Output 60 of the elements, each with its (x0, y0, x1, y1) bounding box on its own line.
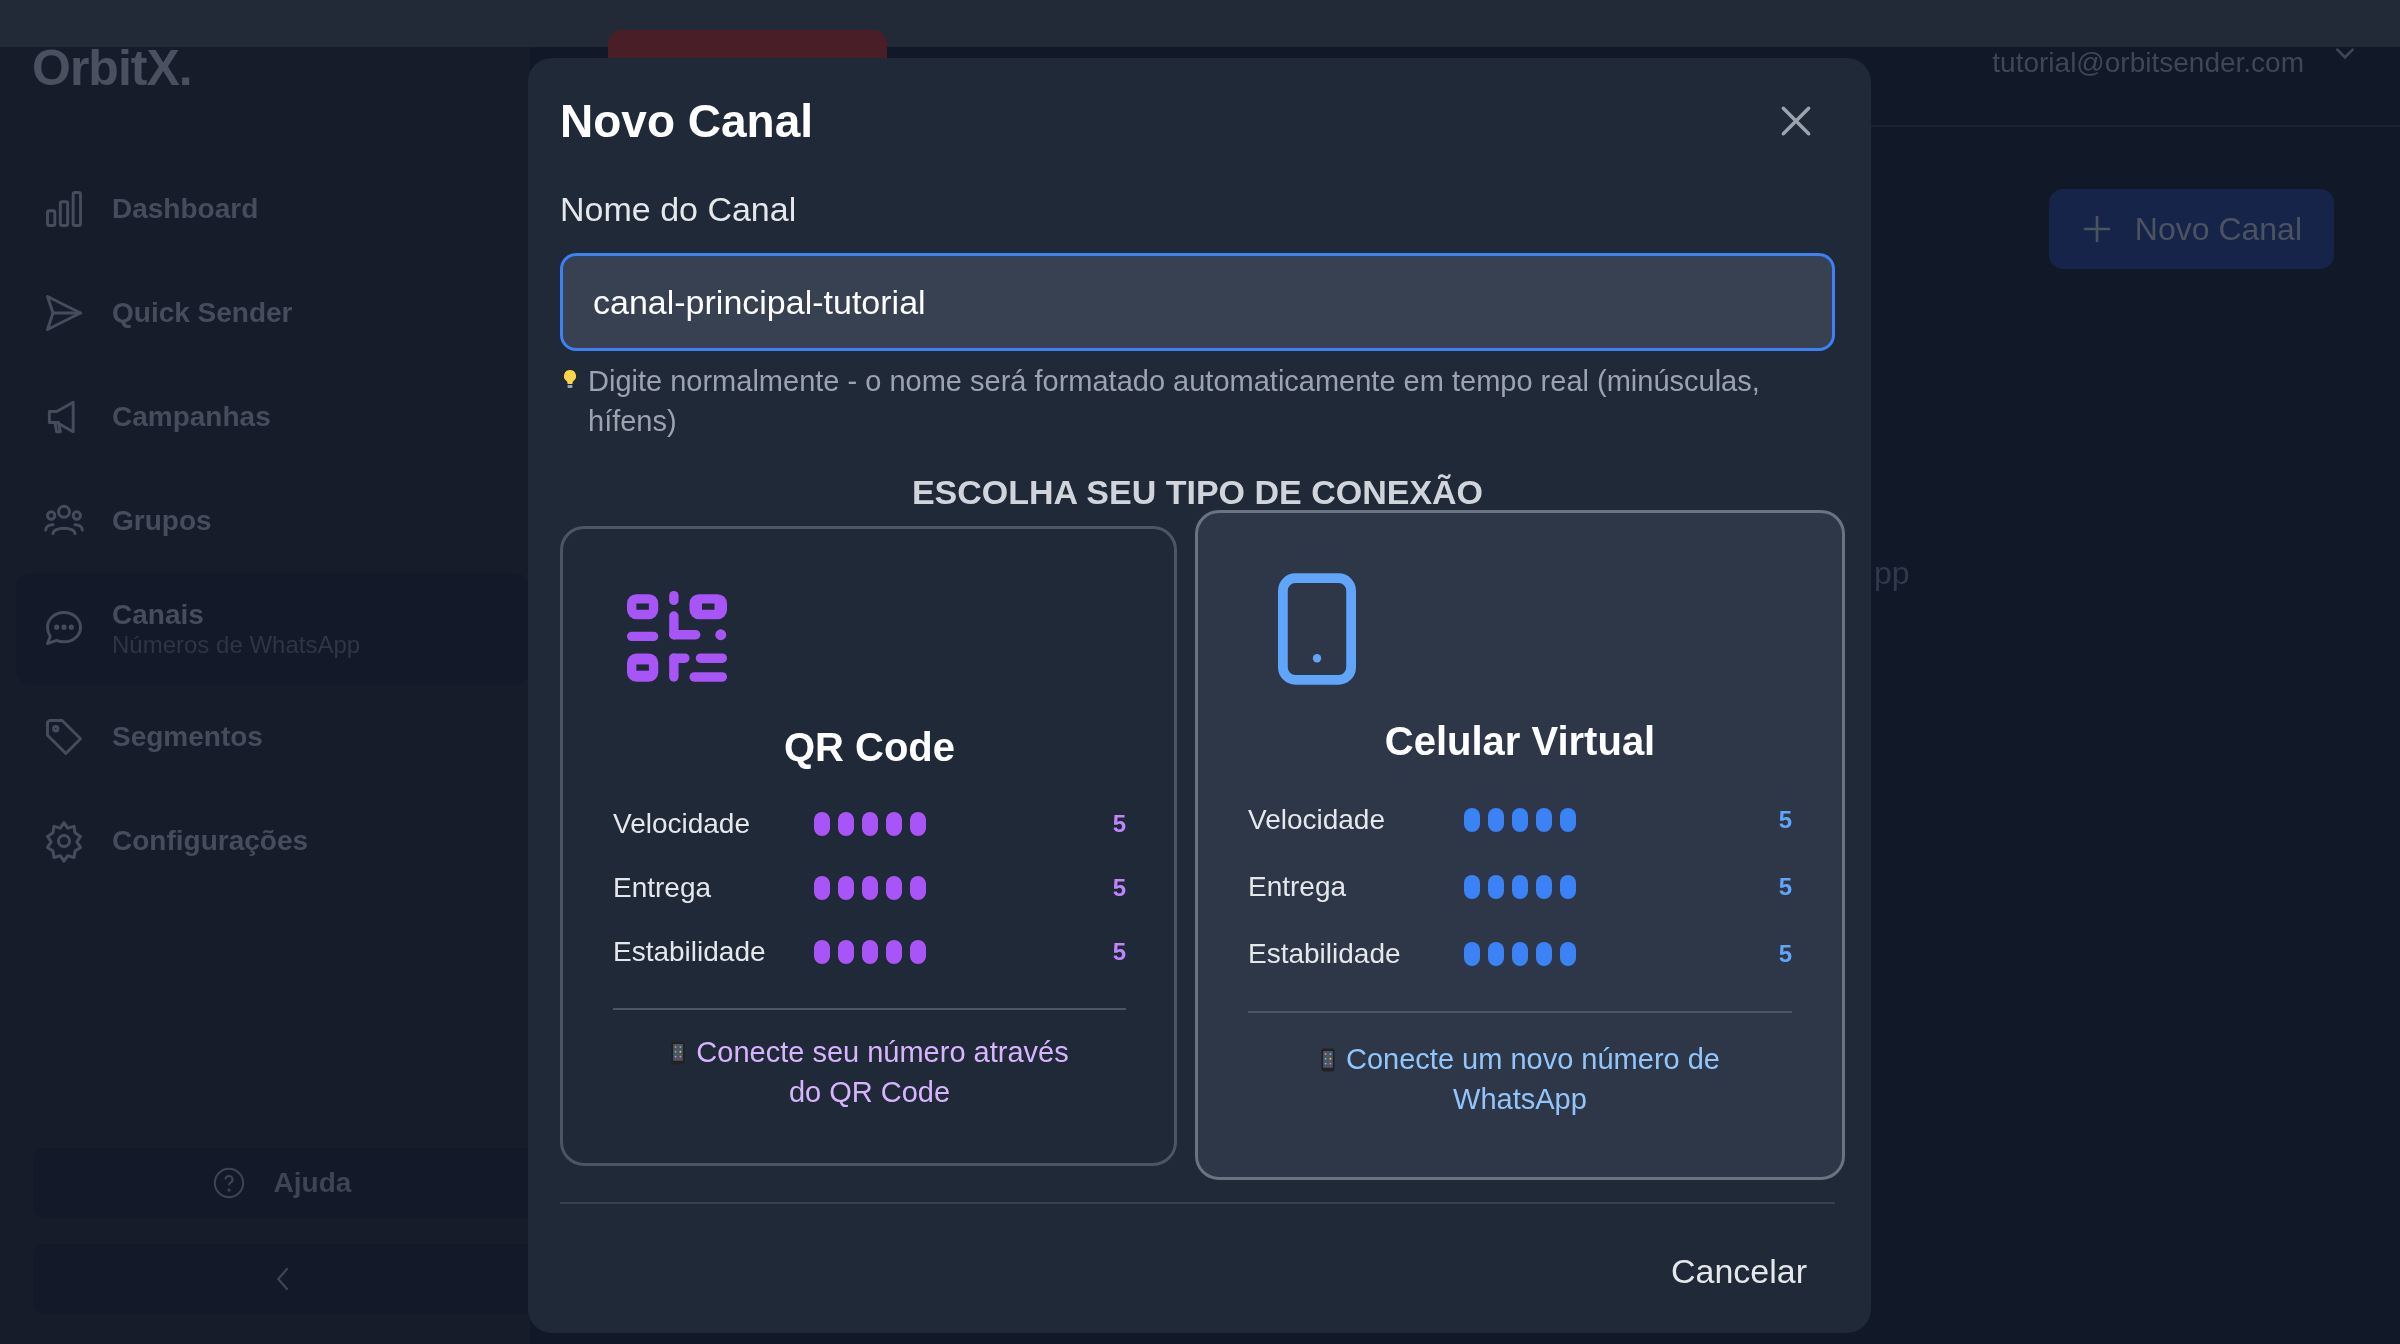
option-description: Conecte seu número através do QR Code (696, 1036, 1069, 1108)
rating-pill (1464, 807, 1480, 832)
modal-title: Novo Canal (560, 94, 814, 148)
rating-pill (813, 812, 830, 836)
hint-text: Digite normalmente - o nome será formatado automaticamente em tempo real (minúsculas, hífens) (588, 364, 1761, 439)
rating-pill (1488, 874, 1504, 899)
section-title: ESCOLHA SEU TIPO DE CONEXÃO (910, 473, 1485, 512)
rating-pill (837, 940, 854, 964)
channel-name-field[interactable]: canal-principal-tutorial (560, 253, 1835, 351)
mobile-phone-icon (1320, 1048, 1336, 1072)
rating-pill (1560, 941, 1576, 966)
rating-pill (909, 812, 926, 836)
metric-label: Estabilidade (1248, 937, 1402, 970)
rating-pill (861, 940, 878, 964)
metric-value: 5 (1778, 805, 1792, 834)
rating-pill (885, 940, 902, 964)
field-label: Nome do Canal (560, 190, 798, 229)
rating-pill (1536, 941, 1552, 966)
metric-value: 5 (1778, 939, 1792, 968)
option-description: Conecte um novo número de WhatsApp (1346, 1043, 1720, 1115)
rating-pill (861, 876, 878, 900)
rating-pill (1488, 807, 1504, 832)
metric-label: Velocidade (613, 808, 751, 840)
rating-pill (1560, 807, 1576, 832)
metric-label: Entrega (1248, 870, 1348, 903)
metric-value: 5 (1778, 872, 1792, 901)
rating-pill (909, 940, 926, 964)
metric-label: Entrega (613, 872, 713, 904)
smartphone-icon (1278, 573, 1356, 685)
metric-value: 5 (1112, 874, 1126, 902)
help-icon (211, 1166, 246, 1200)
rating-pill (1512, 874, 1528, 899)
rating-pill (885, 876, 902, 900)
rating-pill (1512, 807, 1528, 832)
rating-pill (1464, 874, 1480, 899)
rating-pill (813, 940, 830, 964)
rating-pill (837, 876, 854, 900)
rating-pill (813, 876, 830, 900)
connection-option-card[interactable]: Celular Virtual Velocidade 5 Entrega 5 Estabilidade 5 Conecte um novo número de WhatsApp (1195, 510, 1845, 1180)
lightbulb-icon (562, 369, 578, 391)
rating-pill (885, 812, 902, 836)
rating-pill (1536, 874, 1552, 899)
rating-pill (1560, 874, 1576, 899)
rating-pill (837, 812, 854, 836)
option-title: Celular Virtual (1383, 719, 1657, 764)
metric-label: Estabilidade (613, 936, 767, 968)
rating-pill (1536, 807, 1552, 832)
chevron-down-icon[interactable] (2334, 47, 2356, 61)
metric-value: 5 (1112, 938, 1126, 966)
rating-pill (1464, 941, 1480, 966)
metric-value: 5 (1112, 810, 1126, 838)
mobile-phone-icon (670, 1041, 687, 1065)
rating-pill (1488, 941, 1504, 966)
cancel-button[interactable]: Cancelar (1642, 1244, 1835, 1299)
rating-pill (909, 876, 926, 900)
connection-option-card[interactable]: QR Code Velocidade 5 Entrega 5 Estabilidade 5 Conecte seu número através do QR Code (560, 526, 1177, 1166)
rating-pill (861, 812, 878, 836)
metric-label: Velocidade (1248, 803, 1386, 836)
rating-pill (1512, 941, 1528, 966)
option-title: QR Code (782, 725, 957, 770)
